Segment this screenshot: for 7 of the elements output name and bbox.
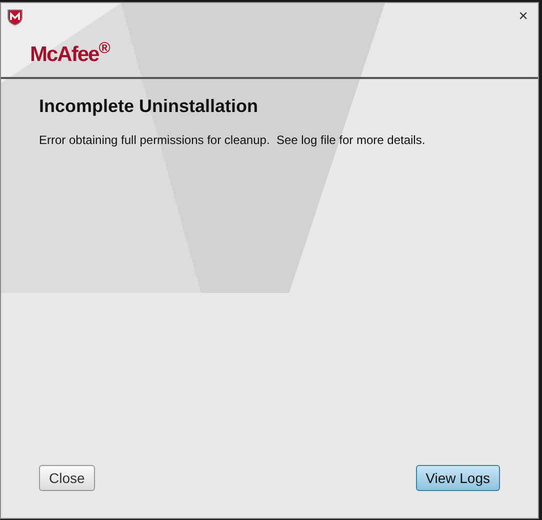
close-dialog-button[interactable]: Close	[39, 465, 95, 491]
view-logs-button[interactable]: View Logs	[416, 465, 500, 491]
error-message: Error obtaining full permissions for cleanup. See log file for more details.	[39, 132, 426, 149]
shield-icon	[7, 9, 23, 26]
close-button[interactable]: ×	[518, 9, 532, 25]
dialog-title: Incomplete Uninstallation	[39, 95, 260, 118]
brand-logo: McAfee$^{®}$	[30, 39, 111, 68]
